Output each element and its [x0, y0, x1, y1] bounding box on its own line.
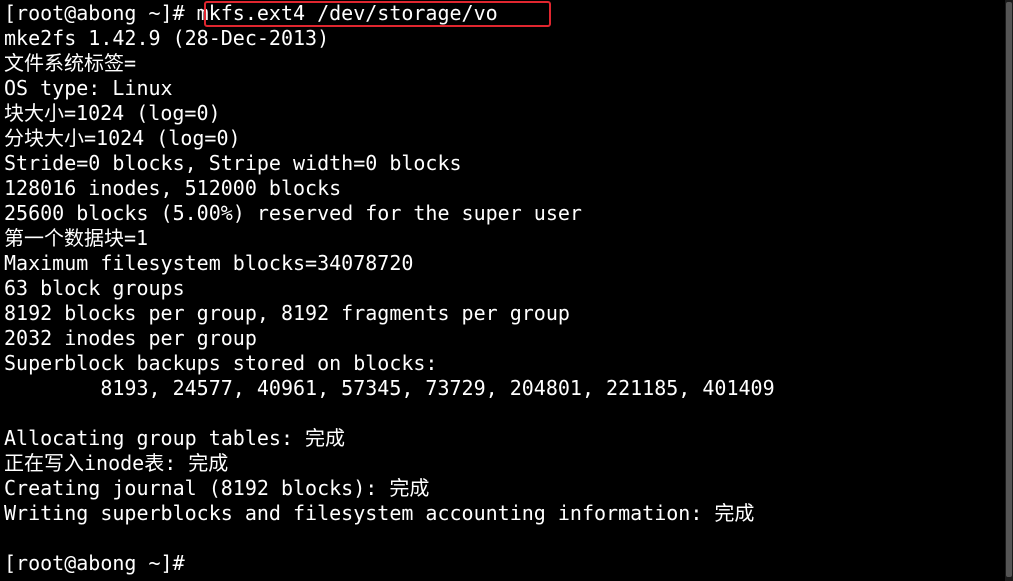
output-line: 25600 blocks (5.00%) reserved for the su… [4, 201, 582, 225]
prompt: [root@abong ~]# [4, 551, 197, 575]
prompt-line[interactable]: [root@abong ~]# [4, 551, 197, 576]
output-line: Creating journal (8192 blocks): 完成 [4, 476, 430, 500]
output-line: 正在写入inode表: 完成 [4, 451, 229, 475]
output-line: mke2fs 1.42.9 (28-Dec-2013) [4, 26, 330, 50]
output-line: OS type: Linux [4, 76, 173, 100]
scrollbar-thumb[interactable] [1006, 2, 1012, 577]
output-line: 128016 inodes, 512000 blocks [4, 176, 342, 200]
output-line: 分块大小=1024 (log=0) [4, 126, 241, 150]
output-line: Maximum filesystem blocks=34078720 [4, 251, 414, 275]
output-line: Stride=0 blocks, Stripe width=0 blocks [4, 151, 462, 175]
scrollbar[interactable] [1005, 0, 1013, 581]
output-line: 文件系统标签= [4, 51, 137, 75]
command-highlight-box [204, 1, 551, 27]
output-line: 第一个数据块=1 [4, 226, 149, 250]
output-line: 块大小=1024 (log=0) [4, 101, 221, 125]
output-line: 8192 blocks per group, 8192 fragments pe… [4, 301, 570, 325]
output-line: Superblock backups stored on blocks: [4, 351, 438, 375]
output-line: 8193, 24577, 40961, 57345, 73729, 204801… [4, 376, 775, 400]
prompt: [root@abong ~]# [4, 1, 197, 25]
output-line: 2032 inodes per group [4, 326, 257, 350]
terminal-window[interactable]: [root@abong ~]# mkfs.ext4 /dev/storage/v… [0, 0, 1005, 581]
output-line: Writing superblocks and filesystem accou… [4, 501, 755, 525]
output-line: 63 block groups [4, 276, 185, 300]
output-line: Allocating group tables: 完成 [4, 426, 346, 450]
